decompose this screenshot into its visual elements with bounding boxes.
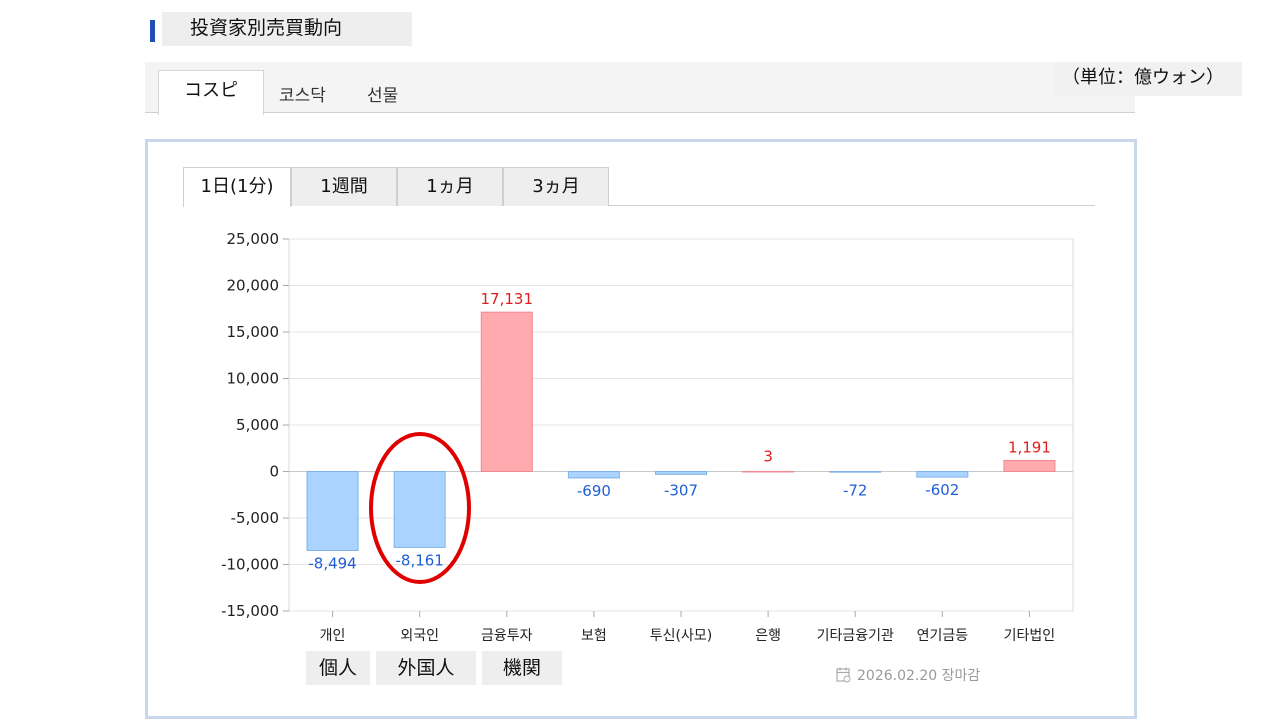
data-label: -8,161 xyxy=(395,551,443,569)
ja-label-individual: 個人 xyxy=(318,657,357,679)
ja-label-institution: 機関 xyxy=(502,657,541,679)
bar xyxy=(1003,459,1056,473)
y-tick-label: 0 xyxy=(269,463,279,481)
y-tick-label: 25,000 xyxy=(227,230,280,248)
data-label: -8,494 xyxy=(308,554,356,572)
data-label: -602 xyxy=(925,481,959,499)
y-tick-label: -15,000 xyxy=(221,602,279,620)
data-label: -690 xyxy=(577,482,611,500)
footer-date: 2026.02.20 장마감 xyxy=(857,668,981,684)
x-tick-label: 보험 xyxy=(581,628,607,644)
x-tick-label: 기타법인 xyxy=(1004,628,1056,644)
x-tick-label: 은행 xyxy=(755,628,781,644)
bar xyxy=(655,471,707,475)
bar xyxy=(306,471,359,551)
data-label: 17,131 xyxy=(481,290,534,308)
y-tick-label: 5,000 xyxy=(236,416,279,434)
calendar-icon xyxy=(836,667,851,683)
y-tick-label: 20,000 xyxy=(227,277,280,295)
ja-label-foreigner: 外国人 xyxy=(397,657,455,679)
bar xyxy=(916,471,969,478)
bar xyxy=(829,471,882,473)
y-tick-label: -5,000 xyxy=(231,509,279,527)
y-tick-label: 15,000 xyxy=(227,323,280,341)
y-tick-label: -10,000 xyxy=(221,556,279,574)
x-tick-label: 투신(사모) xyxy=(650,628,712,644)
data-label: -307 xyxy=(664,482,698,500)
x-tick-label: 개인 xyxy=(320,628,346,644)
x-tick-label: 기타금융기관 xyxy=(817,628,894,644)
bar xyxy=(480,311,533,472)
bar xyxy=(393,471,446,548)
x-tick-label: 연기금등 xyxy=(917,628,969,644)
y-tick-label: 10,000 xyxy=(227,370,280,388)
bar xyxy=(567,471,620,479)
data-label: -72 xyxy=(843,482,868,500)
bar xyxy=(742,470,795,473)
bar-chart: -8,494 -8,16117,131-690 -3073-72 -6021,191 … xyxy=(221,230,1074,644)
x-tick-label: 금융투자 xyxy=(481,628,533,644)
data-label: 3 xyxy=(763,448,773,466)
x-tick-label: 외국인 xyxy=(400,628,439,644)
data-label: 1,191 xyxy=(1008,438,1051,456)
